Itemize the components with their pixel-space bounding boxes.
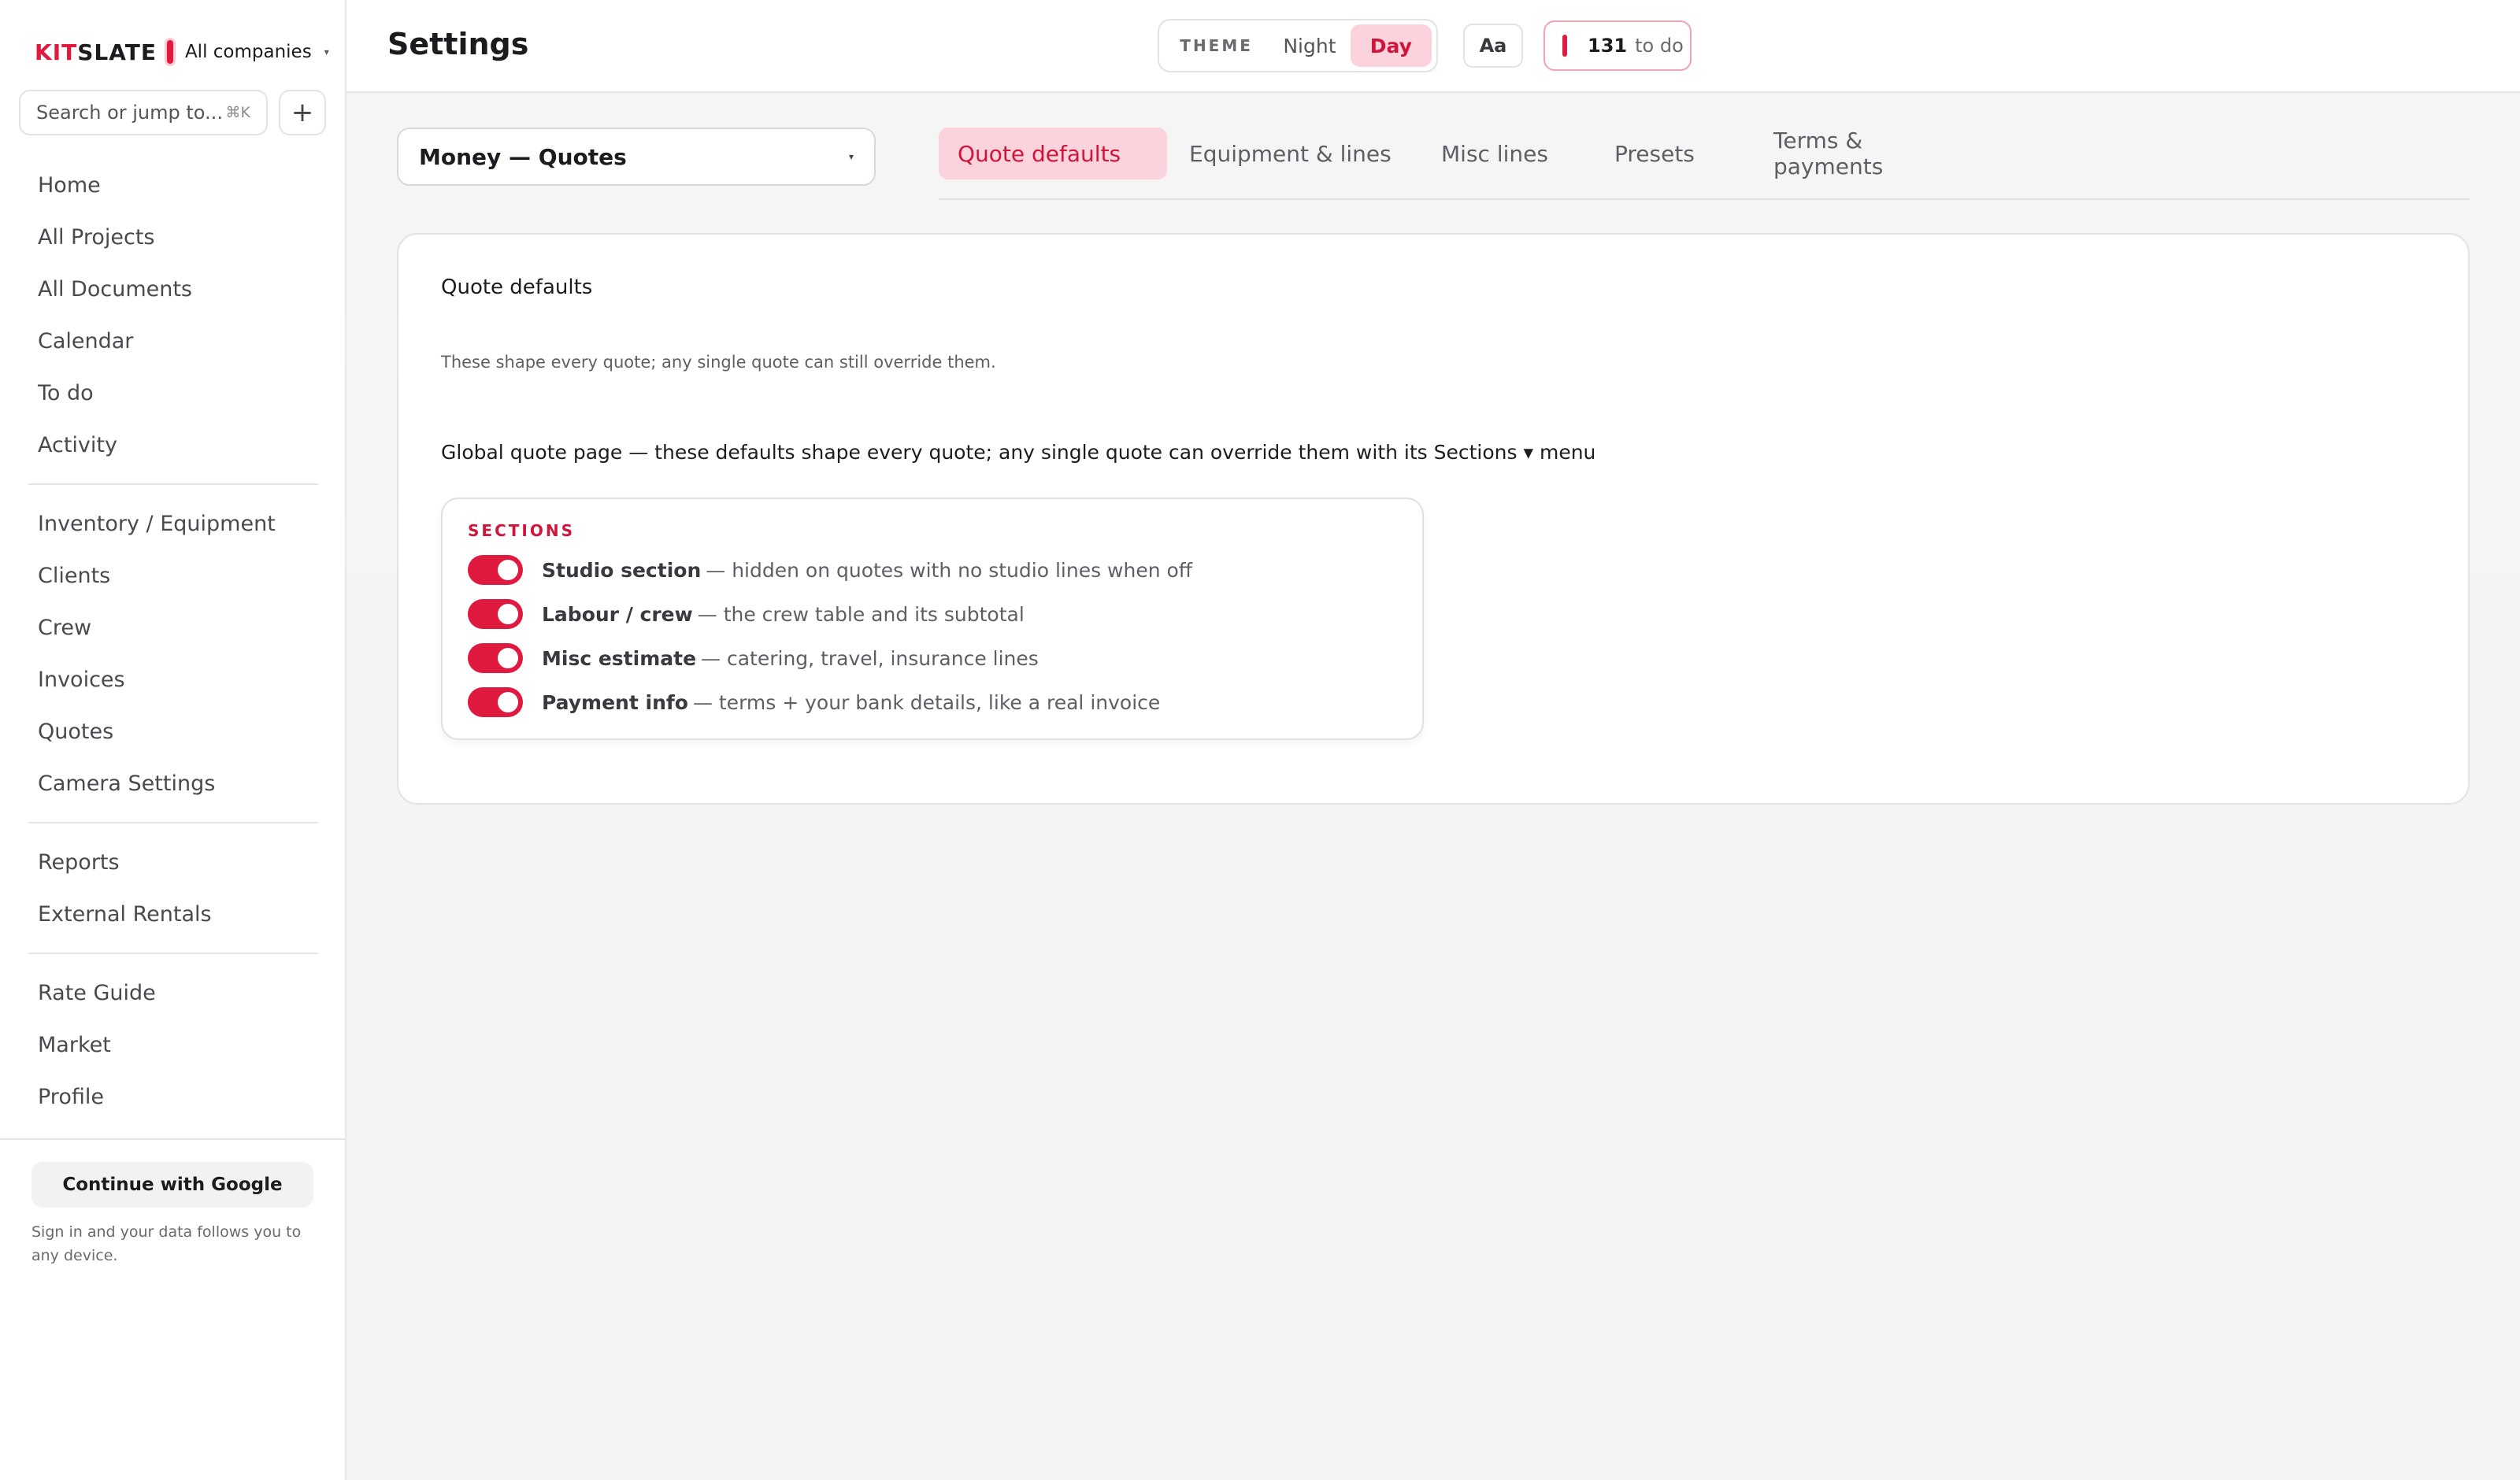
nav-divider [28, 822, 318, 823]
tab-misc-lines[interactable]: Misc lines [1441, 128, 1570, 179]
card-title: Quote defaults [441, 276, 593, 299]
sidebar-item-reports[interactable]: Reports [28, 836, 318, 888]
sidebar-item-external-rentals[interactable]: External Rentals [28, 888, 318, 940]
settings-tabs: Quote defaults Equipment & lines Misc li… [939, 128, 2470, 200]
search-placeholder: Search or jump to... [36, 102, 223, 124]
toggle-knob [498, 648, 518, 668]
toggle-name: Payment info [542, 690, 688, 714]
sidebar-item-market[interactable]: Market [28, 1019, 318, 1071]
toggle-knob [498, 604, 518, 624]
sidebar-item-rate-guide[interactable]: Rate Guide [28, 967, 318, 1019]
search-shortcut: ⌘K [225, 104, 250, 121]
global-quote-note: Global quote page — these defaults shape… [441, 441, 1596, 464]
chevron-down-icon[interactable]: ▾ [324, 46, 329, 57]
toggle-name: Misc estimate [542, 646, 697, 670]
search-input[interactable]: Search or jump to... ⌘K [19, 90, 268, 135]
payment-info-toggle[interactable] [468, 687, 523, 717]
todo-button[interactable]: 131 to do [1544, 20, 1692, 71]
company-switcher[interactable]: All companies [185, 42, 312, 62]
page-title: Settings [387, 27, 529, 61]
sidebar-item-camera-settings[interactable]: Camera Settings [28, 757, 318, 809]
theme-night-option[interactable]: Night [1269, 24, 1350, 67]
brand-row: KITSLATE All companies ▾ [35, 36, 329, 68]
sidebar-item-activity[interactable]: Activity [28, 419, 318, 471]
todo-count: 131 [1588, 35, 1628, 57]
tab-quote-defaults[interactable]: Quote defaults [939, 128, 1167, 179]
todo-indicator-icon [1562, 35, 1567, 57]
toggle-description: — terms + your bank details, like a real… [692, 690, 1161, 714]
toggle-description: — catering, travel, insurance lines [701, 646, 1039, 670]
search-row: Search or jump to... ⌘K + [19, 90, 326, 135]
tab-presets[interactable]: Presets [1614, 128, 1706, 179]
theme-label: THEME [1180, 36, 1253, 55]
card-description: These shape every quote; any single quot… [441, 353, 996, 372]
sidebar-item-crew[interactable]: Crew [28, 601, 318, 653]
toggle-description: — hidden on quotes with no studio lines … [706, 558, 1193, 582]
brand-mark-icon [164, 38, 176, 66]
toggle-knob [498, 692, 518, 712]
todo-label: to do [1635, 35, 1684, 57]
top-header: Settings THEME Night Day Aa 131 to do [346, 0, 2520, 93]
studio-section-toggle[interactable] [468, 555, 523, 585]
nav-divider [28, 483, 318, 485]
sidebar-item-all-documents[interactable]: All Documents [28, 263, 318, 315]
sidebar-item-quotes[interactable]: Quotes [28, 705, 318, 757]
sidebar-item-clients[interactable]: Clients [28, 549, 318, 601]
signin-panel: Continue with Google Sign in and your da… [0, 1138, 345, 1267]
labour-crew-toggle[interactable] [468, 599, 523, 629]
signin-note: Sign in and your data follows you to any… [32, 1223, 302, 1264]
misc-estimate-toggle[interactable] [468, 643, 523, 673]
toggle-row-studio: Studio section — hidden on quotes with n… [468, 554, 1192, 586]
sidebar-item-home[interactable]: Home [28, 159, 318, 211]
font-size-button[interactable]: Aa [1463, 24, 1523, 68]
toggle-row-misc: Misc estimate — catering, travel, insura… [468, 642, 1039, 674]
plus-icon: + [291, 97, 314, 128]
sidebar-item-profile[interactable]: Profile [28, 1071, 318, 1123]
settings-section-value: Money — Quotes [419, 143, 627, 170]
sidebar-item-to-do[interactable]: To do [28, 367, 318, 419]
sidebar: KITSLATE All companies ▾ Search or jump … [0, 0, 346, 1480]
theme-day-option[interactable]: Day [1350, 24, 1432, 67]
sections-label: SECTIONS [468, 521, 575, 540]
toggle-name: Labour / crew [542, 602, 693, 626]
toggle-description: — the crew table and its subtotal [697, 602, 1025, 626]
sidebar-item-invoices[interactable]: Invoices [28, 653, 318, 705]
settings-section-select[interactable]: Money — Quotes ▾ [397, 128, 876, 186]
nav-divider [28, 953, 318, 954]
sidebar-item-all-projects[interactable]: All Projects [28, 211, 318, 263]
chevron-down-icon: ▾ [848, 151, 854, 162]
sidebar-item-inventory[interactable]: Inventory / Equipment [28, 498, 318, 549]
toggle-name: Studio section [542, 558, 702, 582]
app-logo[interactable]: KITSLATE [35, 39, 157, 65]
nav-group-main: Home All Projects All Documents Calendar… [28, 159, 318, 1123]
toggle-row-payment: Payment info — terms + your bank details… [468, 686, 1160, 718]
tab-terms-payments[interactable]: Terms & payments [1773, 128, 1978, 179]
quote-defaults-card: Quote defaults These shape every quote; … [397, 233, 2470, 805]
sidebar-item-calendar[interactable]: Calendar [28, 315, 318, 367]
sections-panel: SECTIONS Studio section — hidden on quot… [441, 498, 1424, 740]
toggle-knob [498, 560, 518, 580]
continue-with-google-button[interactable]: Continue with Google [32, 1162, 313, 1208]
theme-switcher: THEME Night Day [1158, 19, 1438, 72]
toggle-row-labour: Labour / crew — the crew table and its s… [468, 598, 1025, 630]
tab-equipment-lines[interactable]: Equipment & lines [1189, 128, 1399, 179]
add-button[interactable]: + [279, 90, 326, 135]
